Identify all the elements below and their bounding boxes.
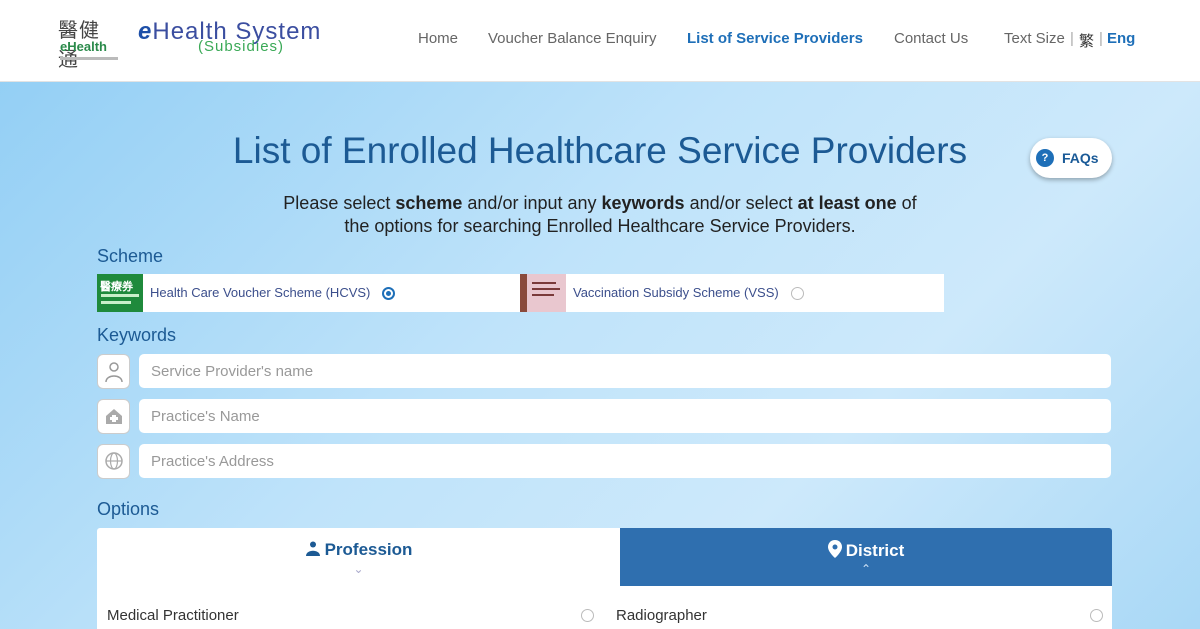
system-subtitle: (Subsidies) [198,38,285,55]
radiographer-radio[interactable] [1090,609,1103,622]
tab-profession-label: Profession [324,540,413,559]
ehealth-logo[interactable]: 醫健通 eHealth [56,14,120,71]
faqs-button[interactable]: ? FAQs [1030,138,1112,178]
hcvs-voucher-image: 醫療券 [97,274,143,312]
logo-underline [60,57,118,60]
nav-home[interactable]: Home [418,30,458,47]
scheme-name-hcvs: Health Care Voucher Scheme (HCVS) [150,285,371,300]
logo-english-text: eHealth [60,39,107,54]
faqs-label: FAQs [1062,150,1099,166]
tab-district-label: District [845,541,905,560]
lang-english[interactable]: Eng [1107,30,1135,47]
scheme-name-vss: Vaccination Subsidy Scheme (VSS) [573,285,779,300]
nav-voucher-balance[interactable]: Voucher Balance Enquiry [488,30,656,47]
practice-name-input[interactable] [139,399,1111,433]
keywords-label: Keywords [97,325,177,345]
question-icon: ? [1036,149,1054,167]
tab-profession[interactable]: Profession ⌄ [97,528,620,586]
practice-address-input[interactable] [139,444,1111,478]
nav-service-providers[interactable]: List of Service Providers [687,30,863,47]
medical-practitioner-radio[interactable] [581,609,594,622]
lang-separator: | [1070,30,1074,47]
tab-district[interactable]: District ⌃ [620,528,1112,586]
ehealth-system-logo[interactable]: eHealth System (Subsidies) [138,18,321,55]
service-provider-name-input[interactable] [139,354,1111,388]
map-pin-icon [827,540,842,558]
chevron-up-icon: ⌃ [860,562,872,576]
scheme-option-vss[interactable]: Vaccination Subsidy Scheme (VSS) [520,274,944,312]
search-instruction: Please select scheme and/or input any ke… [283,193,917,236]
option-radiographer[interactable]: Radiographer [616,607,707,624]
doctor-icon [305,541,320,556]
scheme-option-hcvs[interactable]: 醫療券 Health Care Voucher Scheme (HCVS) [97,274,520,312]
scheme-label: Scheme [97,246,164,266]
top-header: 醫健通 eHealth eHealth System (Subsidies) H… [0,0,1200,82]
text-size-control[interactable]: Text Size [1004,30,1065,47]
hcvs-radio[interactable] [382,287,395,300]
chevron-down-icon: ⌄ [353,562,364,576]
clinic-icon [97,399,130,434]
globe-icon [97,444,130,479]
profession-options-panel: Medical Practitioner Radiographer [97,586,1112,629]
page-title: List of Enrolled Healthcare Service Prov… [232,130,968,171]
option-medical-practitioner[interactable]: Medical Practitioner [107,607,239,624]
options-label: Options [97,499,160,519]
nav-contact-us[interactable]: Contact Us [894,30,968,47]
doctor-icon [97,354,130,389]
lang-separator: | [1099,30,1103,47]
vss-radio[interactable] [791,287,804,300]
vss-card-image [520,274,566,312]
lang-traditional-chinese[interactable]: 繁 [1079,30,1094,51]
